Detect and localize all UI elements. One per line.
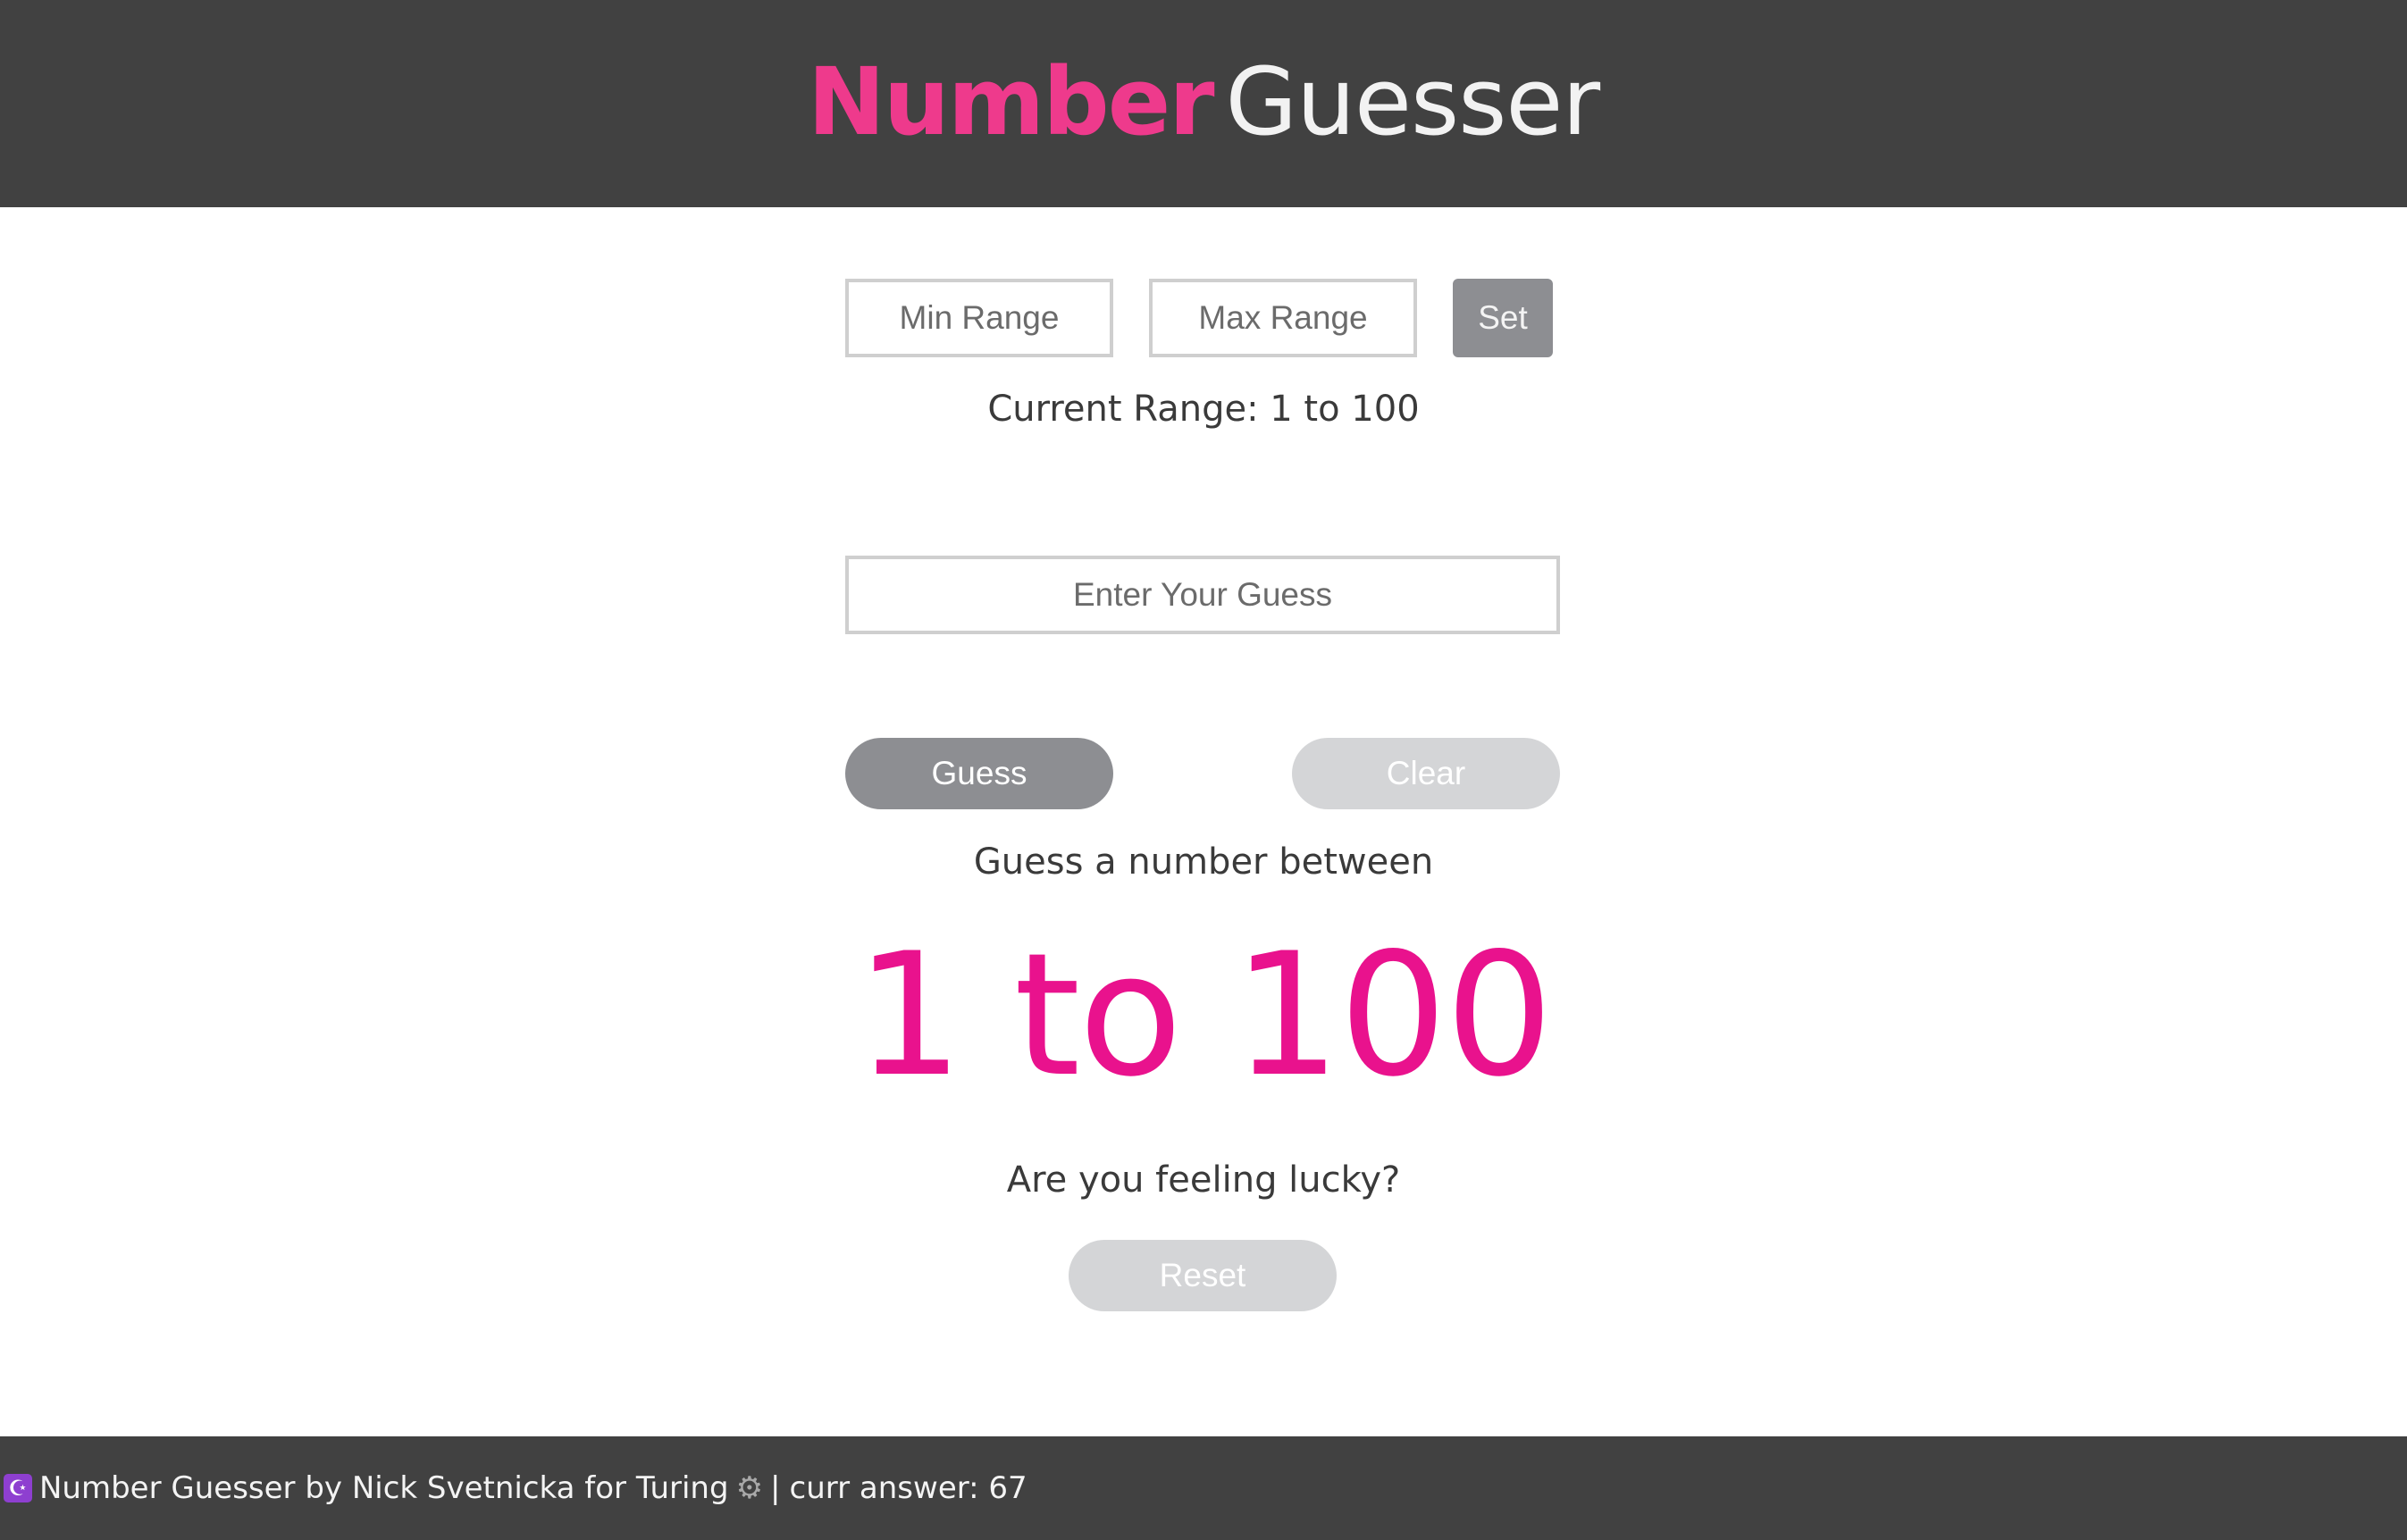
- current-range-text: Current Range: 1 to 100: [987, 389, 1420, 430]
- gear-icon: ⚙: [735, 1470, 764, 1506]
- number-guesser-page: Number Guesser Set Current Range: 1 to 1…: [0, 0, 2407, 1540]
- app-title-guesser: Guesser: [1225, 47, 1601, 156]
- lucky-message: Are you feeling lucky?: [1006, 1159, 1401, 1201]
- range-display: 1 to 100: [855, 916, 1553, 1114]
- clear-button[interactable]: Clear: [1292, 738, 1560, 809]
- app-footer: ☪ Number Guesser by Nick Svetnicka for T…: [0, 1436, 2407, 1540]
- app-header: Number Guesser: [0, 0, 2407, 207]
- guess-prompt: Guess a number between: [973, 841, 1434, 883]
- guess-input[interactable]: [845, 556, 1560, 634]
- footer-credit: Number Guesser by Nick Svetnicka for Tur…: [39, 1470, 729, 1506]
- moon-icon: ☪: [4, 1474, 32, 1502]
- guess-button[interactable]: Guess: [845, 738, 1113, 809]
- min-range-input[interactable]: [845, 279, 1113, 357]
- reset-button[interactable]: Reset: [1069, 1240, 1337, 1311]
- footer-separator: |: [770, 1470, 781, 1506]
- game-panel: Set Current Range: 1 to 100 Guess Clear …: [0, 207, 2407, 1436]
- set-range-button[interactable]: Set: [1453, 279, 1553, 357]
- app-title-number: Number: [807, 47, 1215, 156]
- app-title: Number Guesser: [807, 47, 1601, 156]
- current-answer: curr answer: 67: [789, 1470, 1027, 1506]
- max-range-input[interactable]: [1149, 279, 1417, 357]
